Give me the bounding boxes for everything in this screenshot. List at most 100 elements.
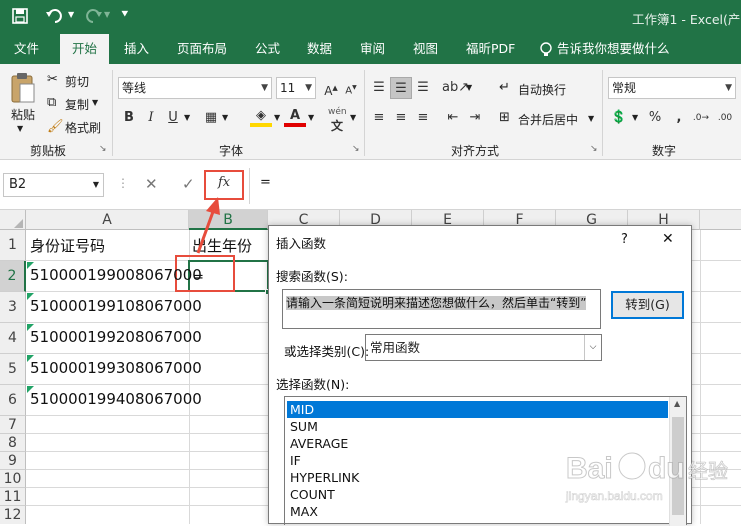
tab-insert[interactable]: 插入 bbox=[124, 34, 149, 64]
align-left-icon[interactable]: ≡ bbox=[368, 107, 390, 129]
wrap-text-icon[interactable]: ↵ bbox=[499, 80, 510, 95]
undo-icon[interactable] bbox=[46, 8, 64, 24]
borders-dropdown-icon[interactable]: ▼ bbox=[222, 113, 228, 122]
pinyin-dropdown-icon[interactable]: ▼ bbox=[350, 113, 356, 122]
number-format-combo[interactable]: 常规 ▼ bbox=[608, 77, 736, 99]
tab-data[interactable]: 数据 bbox=[307, 34, 332, 64]
bold-button[interactable]: B bbox=[118, 107, 140, 129]
row-header[interactable]: 3 bbox=[0, 292, 26, 323]
tab-review[interactable]: 审阅 bbox=[360, 34, 385, 64]
accounting-dropdown-icon[interactable]: ▼ bbox=[632, 113, 638, 122]
function-item-sum[interactable]: SUM bbox=[287, 418, 668, 435]
scroll-up-icon[interactable]: ▲ bbox=[674, 399, 680, 408]
merge-dropdown-icon[interactable]: ▼ bbox=[588, 114, 594, 123]
paste-icon[interactable] bbox=[10, 72, 36, 104]
row-header[interactable]: 9 bbox=[0, 452, 26, 470]
comma-style-icon[interactable]: , bbox=[668, 107, 690, 129]
font-name-combo[interactable]: 等线 ▼ bbox=[118, 77, 272, 99]
chevron-down-icon[interactable]: ▼ bbox=[725, 78, 732, 98]
alignment-launcher-icon[interactable]: ↘ bbox=[590, 144, 598, 154]
copy-icon[interactable]: ⧉ bbox=[47, 95, 56, 110]
row-header[interactable]: 10 bbox=[0, 470, 26, 488]
align-bottom-icon[interactable]: ☰ bbox=[412, 77, 434, 99]
tell-me-box[interactable]: 告诉我你想要做什么 bbox=[557, 34, 670, 64]
font-launcher-icon[interactable]: ↘ bbox=[352, 144, 360, 154]
name-box[interactable]: B2 ▼ bbox=[3, 173, 104, 197]
merge-center-button[interactable]: 合并后居中 bbox=[518, 111, 578, 128]
increase-indent-icon[interactable]: ⇥ bbox=[464, 107, 486, 129]
cell-a4[interactable]: 510000199208067000 bbox=[30, 328, 202, 346]
select-all-button[interactable] bbox=[0, 210, 26, 230]
close-button[interactable]: ✕ bbox=[662, 231, 674, 247]
category-select[interactable]: 常用函数 ⌵ bbox=[365, 334, 602, 361]
shrink-font-icon[interactable]: A▼ bbox=[340, 77, 362, 99]
row-header[interactable]: 6 bbox=[0, 385, 26, 416]
cell-a2[interactable]: 510000199008067000 bbox=[30, 266, 202, 284]
font-color-icon[interactable]: A bbox=[284, 105, 306, 127]
formula-input[interactable]: = bbox=[260, 175, 271, 190]
paste-button[interactable]: 粘贴 bbox=[11, 106, 35, 123]
chevron-down-icon[interactable]: ▼ bbox=[93, 174, 99, 196]
column-header-i[interactable] bbox=[700, 210, 741, 230]
row-header[interactable]: 8 bbox=[0, 434, 26, 452]
row-header[interactable]: 7 bbox=[0, 416, 26, 434]
row-header[interactable]: 12 bbox=[0, 506, 26, 524]
column-header-a[interactable]: A bbox=[26, 210, 189, 230]
merge-center-icon[interactable]: ⊞ bbox=[499, 110, 510, 125]
pinyin-guide-icon[interactable]: wén bbox=[328, 107, 347, 117]
pinyin-letter-icon[interactable]: 文 bbox=[331, 117, 343, 134]
underline-button[interactable]: U bbox=[162, 107, 184, 129]
paste-dropdown-icon[interactable]: ▼ bbox=[17, 124, 23, 133]
align-right-icon[interactable]: ≡ bbox=[412, 107, 434, 129]
accounting-format-icon[interactable]: 💲 bbox=[608, 107, 630, 129]
cell-a6[interactable]: 510000199408067000 bbox=[30, 390, 202, 408]
search-function-input[interactable]: 请输入一条简短说明来描述您想做什么，然后单击“转到” bbox=[282, 289, 601, 329]
grow-font-icon[interactable]: A▲ bbox=[320, 77, 342, 99]
cancel-icon[interactable]: ✕ bbox=[145, 175, 158, 193]
row-header[interactable]: 4 bbox=[0, 323, 26, 354]
font-size-combo[interactable]: 11 ▼ bbox=[276, 77, 316, 99]
copy-button[interactable]: 复制 bbox=[65, 96, 89, 113]
decrease-indent-icon[interactable]: ⇤ bbox=[442, 107, 464, 129]
redo-dropdown-icon[interactable]: ▼ bbox=[104, 10, 110, 19]
row-header[interactable]: 11 bbox=[0, 488, 26, 506]
decrease-decimal-icon[interactable]: .00 bbox=[714, 107, 736, 129]
align-top-icon[interactable]: ☰ bbox=[368, 77, 390, 99]
scissors-icon[interactable]: ✂ bbox=[47, 72, 58, 87]
orientation-dropdown-icon[interactable]: ▼ bbox=[466, 83, 472, 92]
italic-button[interactable]: I bbox=[140, 107, 162, 129]
underline-dropdown-icon[interactable]: ▼ bbox=[184, 113, 190, 122]
wrap-text-button[interactable]: 自动换行 bbox=[518, 81, 566, 98]
customize-toolbar-icon[interactable]: ⯆ bbox=[120, 7, 130, 22]
cell-a3[interactable]: 510000199108067000 bbox=[30, 297, 202, 315]
format-painter-button[interactable]: 格式刷 bbox=[65, 119, 101, 136]
chevron-down-icon[interactable]: ⌵ bbox=[584, 335, 601, 360]
help-button[interactable]: ? bbox=[621, 232, 628, 247]
tab-view[interactable]: 视图 bbox=[413, 34, 438, 64]
chevron-down-icon[interactable]: ▼ bbox=[305, 78, 312, 98]
cut-button[interactable]: 剪切 bbox=[65, 73, 89, 90]
format-painter-icon[interactable]: 🖌 bbox=[47, 119, 64, 134]
function-item-mid[interactable]: MID bbox=[287, 401, 668, 418]
undo-dropdown-icon[interactable]: ▼ bbox=[68, 10, 74, 19]
row-header[interactable]: 2 bbox=[0, 261, 26, 292]
go-button[interactable]: 转到(G) bbox=[611, 291, 684, 319]
tab-formulas[interactable]: 公式 bbox=[255, 34, 280, 64]
percent-style-icon[interactable]: % bbox=[644, 107, 666, 129]
fill-color-dropdown-icon[interactable]: ▼ bbox=[274, 113, 280, 122]
row-header[interactable]: 5 bbox=[0, 354, 26, 385]
fill-color-icon[interactable]: ◈ bbox=[250, 105, 272, 127]
tab-page-layout[interactable]: 页面布局 bbox=[177, 34, 227, 64]
tab-foxit-pdf[interactable]: 福昕PDF bbox=[466, 34, 515, 64]
tab-file[interactable]: 文件 bbox=[14, 34, 39, 64]
font-color-dropdown-icon[interactable]: ▼ bbox=[308, 113, 314, 122]
enter-icon[interactable]: ✓ bbox=[182, 175, 195, 193]
clipboard-launcher-icon[interactable]: ↘ bbox=[99, 144, 107, 154]
borders-icon[interactable]: ▦ bbox=[200, 107, 222, 129]
cell-a1[interactable]: 身份证号码 bbox=[30, 235, 105, 256]
redo-icon[interactable] bbox=[84, 8, 102, 24]
cell-a5[interactable]: 510000199308067000 bbox=[30, 359, 202, 377]
chevron-down-icon[interactable]: ▼ bbox=[261, 78, 268, 98]
drag-handle-icon[interactable]: ⋮ bbox=[117, 176, 129, 190]
tab-home[interactable]: 开始 bbox=[60, 34, 110, 64]
